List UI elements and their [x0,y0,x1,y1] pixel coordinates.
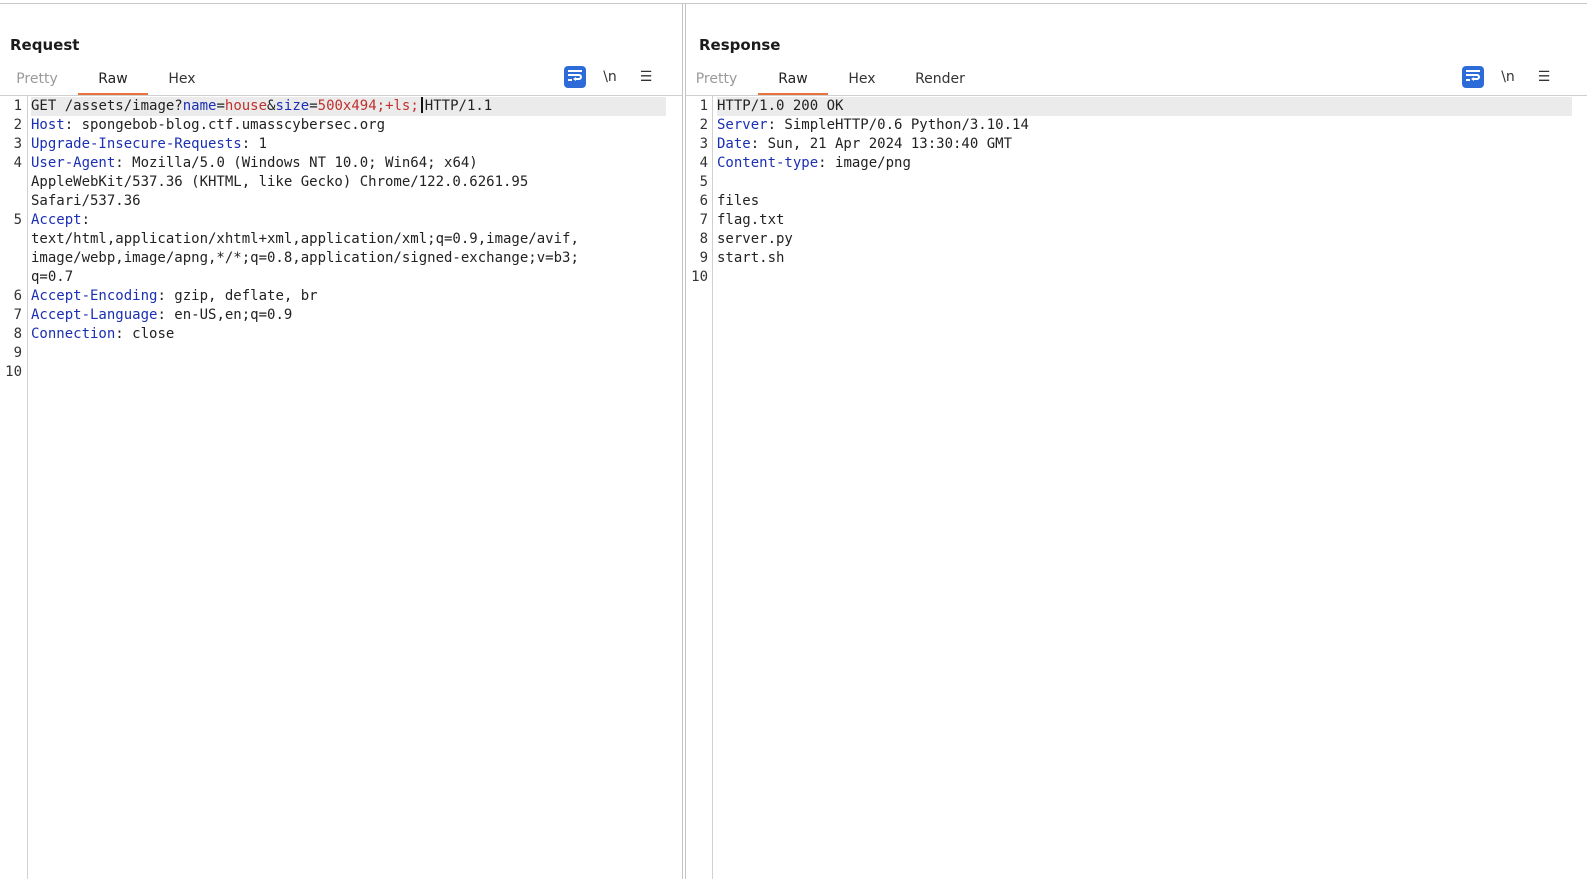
line-number: 10 [5,364,22,380]
line-number: 5 [699,174,708,190]
header-line: 5 Accept: [0,211,682,230]
tab-hex[interactable]: Hex [838,67,886,95]
header-key: Date [717,136,751,152]
status-line: 1 HTTP/1.0 200 OK [686,97,1587,116]
header-value-continuation: Safari/537.36 [31,193,141,209]
wrapped-line: q=0.7 [0,268,682,287]
line-number: 7 [13,307,22,323]
line-number: 1 [13,98,22,114]
header-value: : en-US,en;q=0.9 [157,307,293,323]
line-number: 9 [13,345,22,361]
param-equals: = [216,98,225,114]
header-value-continuation: image/webp,image/apng,*/*;q=0.8,applicat… [31,250,579,266]
header-value-continuation: text/html,application/xhtml+xml,applicat… [31,231,579,247]
http-protocol: HTTP/1.1 [424,98,493,114]
empty-line: 5 [686,173,1587,192]
header-value: : SimpleHTTP/0.6 Python/3.10.14 [767,117,1029,133]
request-editor[interactable]: 1 GET /assets/image?name=house&size=500x4… [0,96,682,879]
line-number: 10 [691,269,708,285]
wrapped-line: image/webp,image/apng,*/*;q=0.8,applicat… [0,249,682,268]
header-value-continuation: q=0.7 [31,269,74,285]
line-number: 9 [699,250,708,266]
header-key: User-Agent [31,155,116,171]
line-number: 2 [699,117,708,133]
header-value: : close [115,326,175,342]
tab-raw[interactable]: Raw [78,67,148,96]
wrap-lines-icon[interactable] [564,66,586,88]
wrapped-line: Safari/537.36 [0,192,682,211]
param-name: size [275,98,310,114]
wrapped-line: AppleWebKit/537.36 (KHTML, like Gecko) C… [0,173,682,192]
header-key: Accept-Encoding [31,288,158,304]
param-value: 500x494;+ls; [317,98,419,114]
tab-raw[interactable]: Raw [758,67,828,96]
header-key: Upgrade-Insecure-Requests [31,136,242,152]
empty-line: 10 [686,268,1587,287]
header-value-continuation: AppleWebKit/537.36 (KHTML, like Gecko) C… [31,174,529,190]
header-key: Content-type [717,155,819,171]
header-line: 4 Content-type: image/png [686,154,1587,173]
menu-icon[interactable]: ☰ [634,66,658,88]
response-title: Response [699,36,781,54]
line-number: 5 [13,212,22,228]
header-value: : [81,212,91,228]
header-key: Connection [31,326,116,342]
wrapped-line: text/html,application/xhtml+xml,applicat… [0,230,682,249]
body-line: 9 start.sh [686,249,1587,268]
tab-pretty[interactable]: Pretty [694,67,739,95]
request-path: /assets/image? [56,98,183,114]
line-number: 3 [699,136,708,152]
line-number: 6 [13,288,22,304]
header-value: : gzip, deflate, br [157,288,318,304]
empty-line: 9 [0,344,682,363]
request-line: 1 GET /assets/image?name=house&size=500x4… [0,97,682,116]
body-line: 8 server.py [686,230,1587,249]
line-number: 7 [699,212,708,228]
request-title: Request [10,36,80,54]
body-line: 6 files [686,192,1587,211]
empty-line: 10 [0,363,682,382]
line-number: 3 [13,136,22,152]
header-value: : image/png [818,155,911,171]
menu-icon[interactable]: ☰ [1532,66,1556,88]
response-editor[interactable]: 1 HTTP/1.0 200 OK 2 Server: SimpleHTTP/0.6… [686,96,1587,879]
line-number: 1 [699,98,708,114]
header-value: : 1 [241,136,268,152]
tab-hex[interactable]: Hex [158,67,206,95]
header-line: 6 Accept-Encoding: gzip, deflate, br [0,287,682,306]
header-line: 3 Upgrade-Insecure-Requests: 1 [0,135,682,154]
text-caret [420,97,423,113]
line-number: 6 [699,193,708,209]
tab-render[interactable]: Render [908,67,972,95]
header-value: : Mozilla/5.0 (Windows NT 10.0; Win64; x… [115,155,478,171]
line-number: 8 [699,231,708,247]
header-key: Host [31,117,65,133]
response-pane: Response Pretty Raw Hex Render \n ☰ 1 HTT… [685,4,1587,879]
param-equals: = [309,98,318,114]
header-value: : Sun, 21 Apr 2024 13:30:40 GMT [750,136,1013,152]
header-line: 2 Host: spongebob-blog.ctf.umasscybersec.… [0,116,682,135]
wrap-lines-icon[interactable] [1462,66,1484,88]
header-key: Accept [31,212,82,228]
header-key: Server [717,117,768,133]
request-pane: Request Pretty Raw Hex \n ☰ 1 GET /assets… [0,4,683,879]
line-number: 4 [699,155,708,171]
param-value: house [224,98,268,114]
tab-pretty[interactable]: Pretty [8,67,66,95]
line-number: 4 [13,155,22,171]
header-value: : spongebob-blog.ctf.umasscybersec.org [64,117,386,133]
line-number: 2 [13,117,22,133]
http-method: GET [31,98,57,114]
newline-toggle[interactable]: \n [1496,66,1520,88]
newline-toggle[interactable]: \n [598,66,622,88]
line-number: 8 [13,326,22,342]
header-line: 3 Date: Sun, 21 Apr 2024 13:30:40 GMT [686,135,1587,154]
header-line: 8 Connection: close [0,325,682,344]
header-key: Accept-Language [31,307,158,323]
header-line: 2 Server: SimpleHTTP/0.6 Python/3.10.14 [686,116,1587,135]
header-line: 4 User-Agent: Mozilla/5.0 (Windows NT 10.… [0,154,682,173]
header-line: 7 Accept-Language: en-US,en;q=0.9 [0,306,682,325]
param-name: name [182,98,217,114]
body-line: 7 flag.txt [686,211,1587,230]
